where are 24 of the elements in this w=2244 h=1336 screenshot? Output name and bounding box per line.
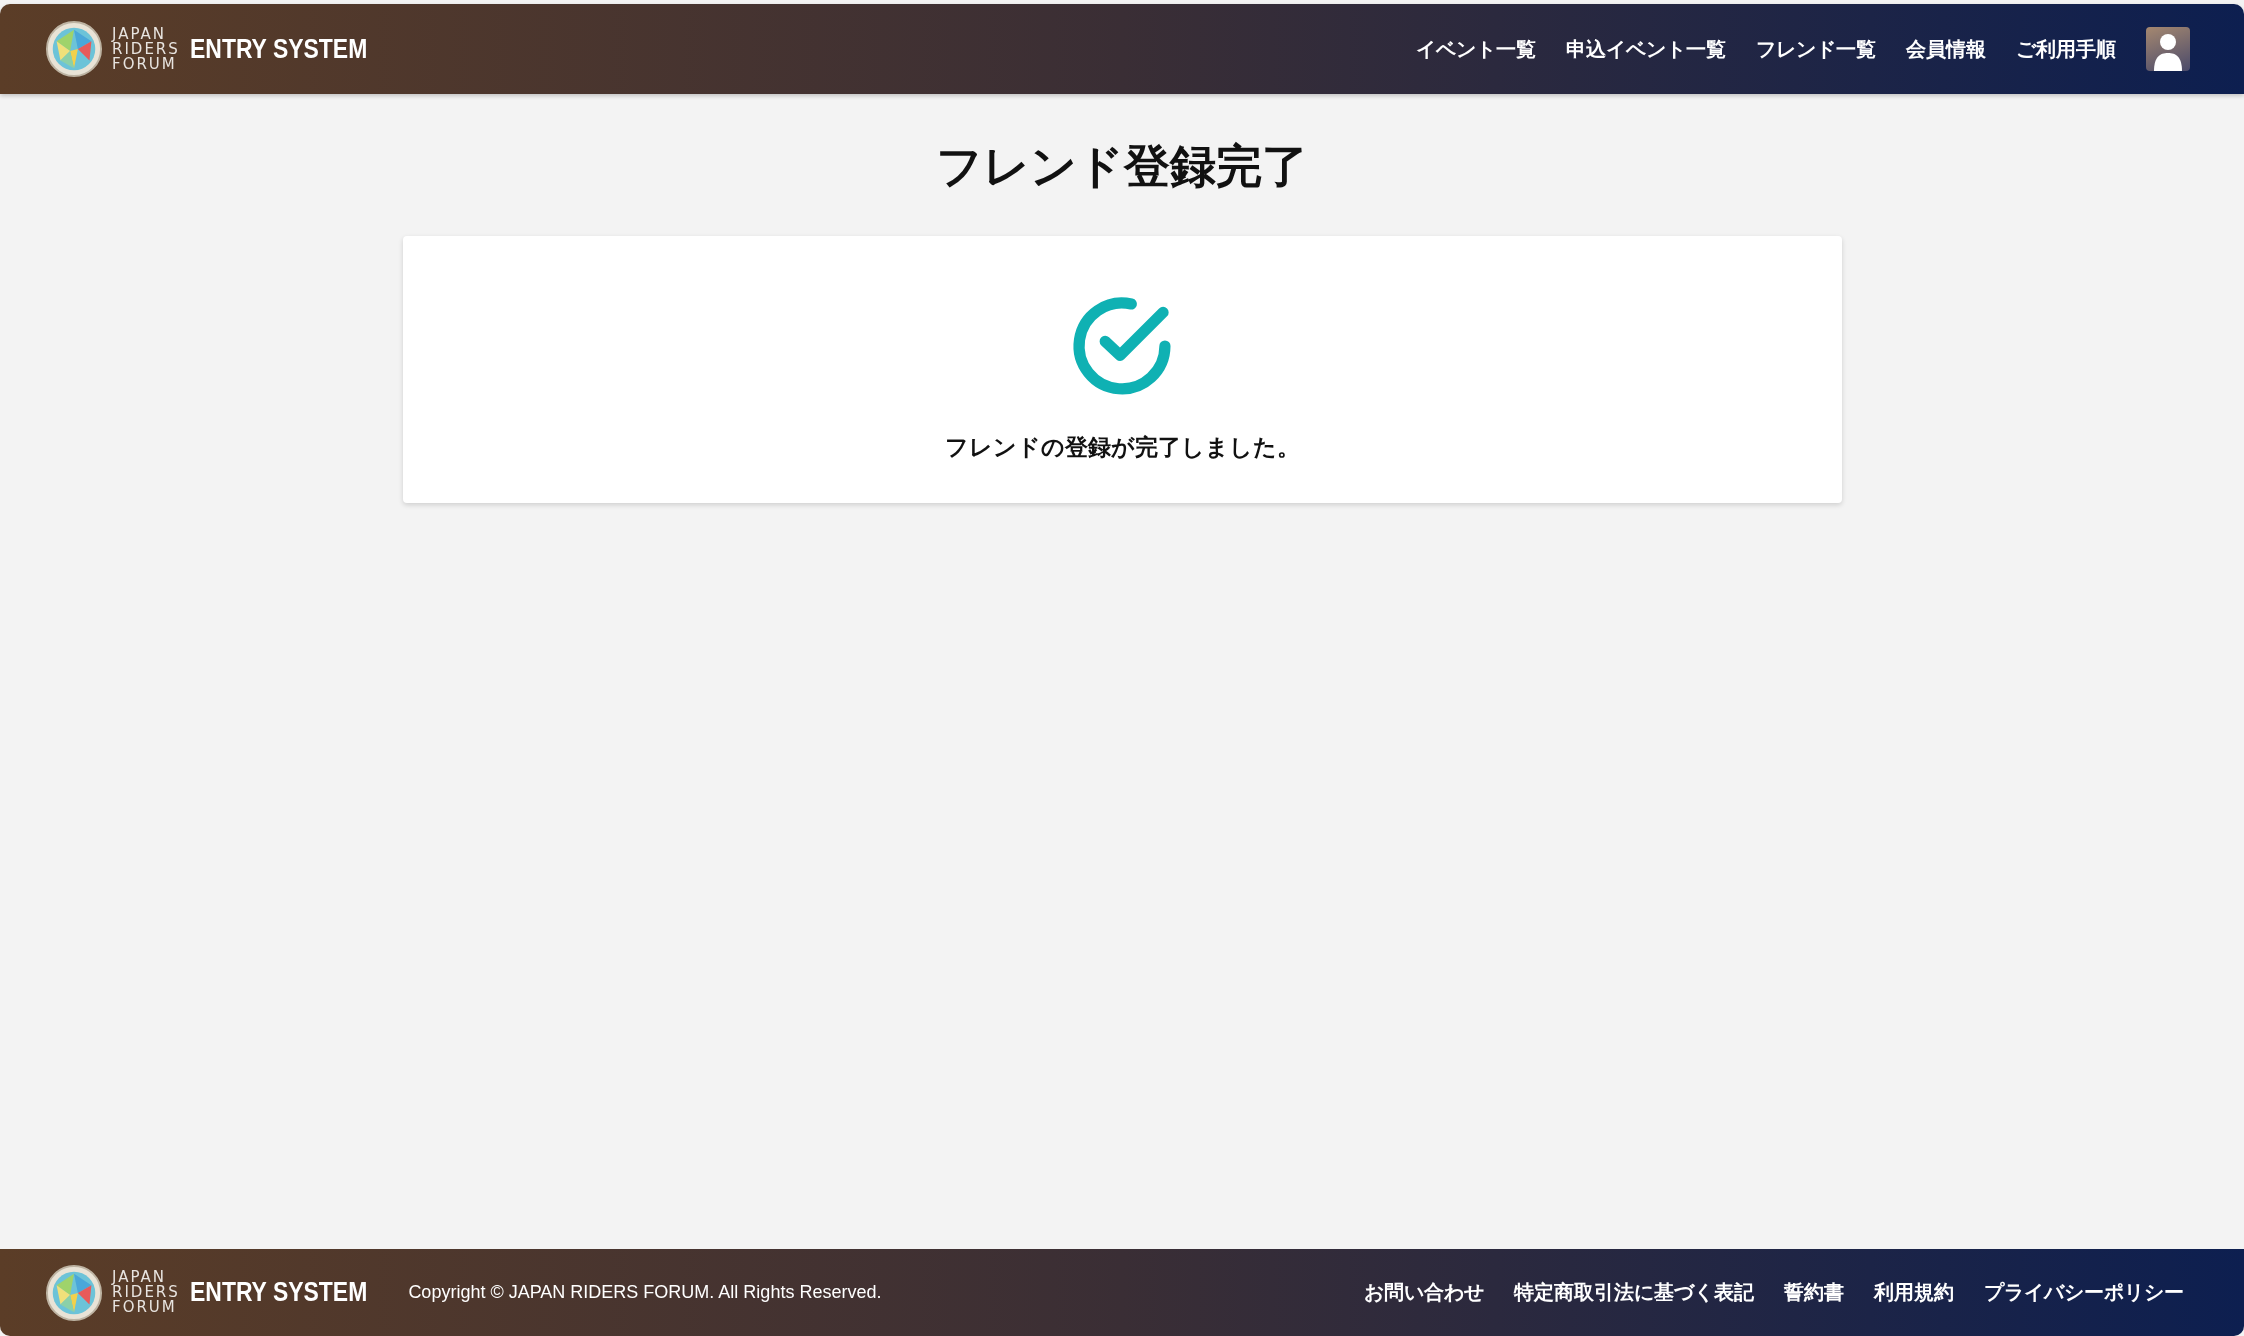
logo-wordmark-line: RIDERS xyxy=(112,1285,180,1300)
logo-wordmark-line: JAPAN xyxy=(112,26,166,42)
nav-link[interactable]: イベント一覧 xyxy=(1416,35,1536,63)
nav-link[interactable]: 会員情報 xyxy=(1906,35,1986,63)
logo-wordmark-line: FORUM xyxy=(112,1300,178,1315)
footer-link[interactable]: 誓約書 xyxy=(1784,1279,1844,1306)
footer-link[interactable]: プライバシーポリシー xyxy=(1984,1279,2184,1306)
nav-link[interactable]: フレンド一覧 xyxy=(1756,35,1876,63)
copyright-text: Copyright © JAPAN RIDERS FORUM. All Rights Reserved. xyxy=(408,1282,882,1303)
brand-title: ENTRY SYSTEM xyxy=(189,33,368,65)
logo-wordmark-line: FORUM xyxy=(112,56,178,72)
globe-logo-icon xyxy=(45,1263,103,1322)
footer-link[interactable]: 利用規約 xyxy=(1874,1279,1954,1306)
success-message: フレンドの登録が完了しました。 xyxy=(944,433,1300,462)
footer-link[interactable]: 特定商取引法に基づく表記 xyxy=(1514,1279,1754,1306)
page-title: フレンド登録完了 xyxy=(936,138,1308,195)
nav-link[interactable]: 申込イベント一覧 xyxy=(1566,35,1726,63)
user-avatar-icon[interactable] xyxy=(2146,27,2190,71)
logo-wordmark-line: JAPAN xyxy=(112,1270,166,1285)
globe-logo-icon xyxy=(45,20,103,78)
footer-link[interactable]: お問い合わせ xyxy=(1364,1279,1484,1306)
brand-title: ENTRY SYSTEM xyxy=(189,1277,368,1308)
nav-link[interactable]: ご利用手順 xyxy=(2016,35,2116,63)
logo-wordmark-line: RIDERS xyxy=(112,41,180,57)
